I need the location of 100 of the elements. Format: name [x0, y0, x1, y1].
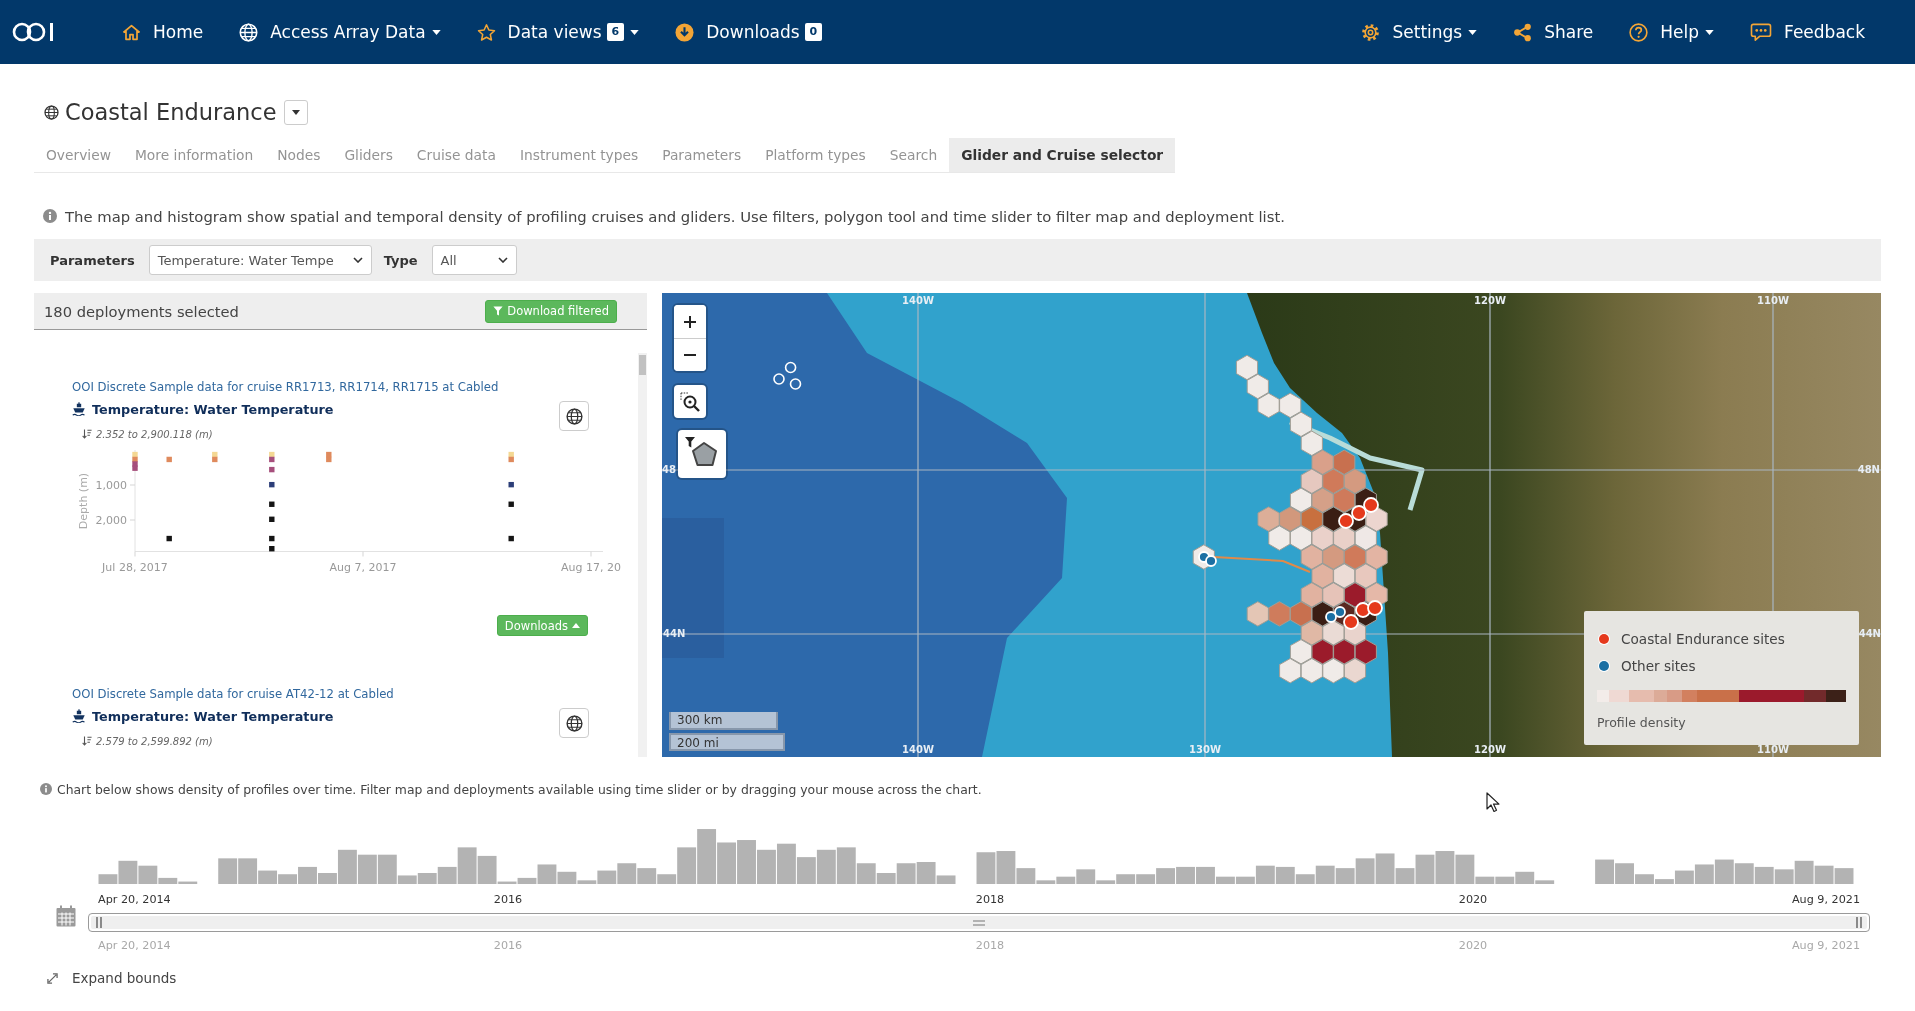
scale-bar: 300 km: [669, 712, 778, 730]
axis-label: 2016: [493, 893, 523, 907]
coordinate-label: 48: [662, 464, 676, 476]
histogram-bar: [1834, 868, 1854, 884]
histogram-bar: [357, 854, 377, 884]
site-marker[interactable]: [1367, 600, 1383, 616]
info-text: The map and histogram show spatial and temporal density of profiling cruises and gliders. Use filters, polygon tool and time slider to filter map and deployment list.: [65, 207, 1285, 225]
dropdown-select[interactable]: Temperature: Water Tempe: [148, 245, 372, 275]
expand-bounds-link[interactable]: Expand bounds: [34, 970, 177, 986]
range-handle[interactable]: [96, 917, 102, 928]
axis-tick-label: 2,000: [95, 513, 127, 527]
calendar-icon[interactable]: [56, 905, 76, 927]
site-marker[interactable]: [1325, 611, 1337, 623]
comment-icon: [1750, 22, 1773, 42]
grip-icon[interactable]: [973, 919, 985, 926]
home-icon: [122, 22, 141, 42]
coordinate-label: 110W: [1757, 295, 1789, 307]
nav-link[interactable]: Access Array Data: [239, 22, 441, 42]
axis-label: Aug 9, 2021: [1791, 939, 1860, 953]
filter-label: Type: [383, 252, 418, 268]
nav-link[interactable]: Home: [122, 22, 204, 42]
coordinate-label: 130W: [1189, 744, 1221, 756]
histogram-bar: [1754, 866, 1774, 884]
depth-range: 2.579 to 2,599.892 (m): [96, 735, 213, 747]
histogram-bar: [1176, 866, 1195, 884]
coordinate-label: 120W: [1474, 295, 1506, 307]
nav-link[interactable]: Help: [1629, 22, 1715, 42]
histogram-bar: [218, 858, 238, 884]
axis-label: Apr 20, 2014: [98, 939, 171, 953]
tab[interactable]: Cruise data: [404, 138, 508, 172]
coordinate-label: 44N: [663, 628, 686, 640]
axis-label: Apr 20, 2014: [98, 893, 171, 907]
sort-icon: [82, 429, 92, 439]
download-icon: [675, 22, 695, 42]
funnel-icon: [493, 306, 504, 316]
site-marker[interactable]: [1338, 513, 1354, 529]
histogram-bar: [1714, 859, 1734, 884]
ring-marker[interactable]: [773, 373, 785, 385]
axis-label: 2018: [975, 939, 1005, 953]
nav-link[interactable]: Share: [1513, 22, 1594, 42]
tab[interactable]: Platform types: [753, 138, 878, 172]
count-badge: 0: [804, 23, 823, 41]
scrollbar[interactable]: [638, 353, 647, 757]
axis-tick-label: 1,000: [95, 478, 127, 492]
sort-icon: [82, 736, 92, 746]
chevron-icon: [497, 257, 508, 263]
site-marker[interactable]: [1205, 555, 1217, 567]
legend-label: Coastal Endurance sites: [1621, 631, 1785, 647]
axis-tick-label: Aug 17, 20: [561, 561, 621, 574]
axis-tick-label: Aug 7, 2017: [329, 561, 397, 574]
coordinate-label: 110W: [1757, 744, 1789, 756]
histogram-bar: [1814, 865, 1834, 884]
map-view-button[interactable]: [559, 708, 589, 738]
zoom-area-button[interactable]: [674, 385, 706, 418]
range-handle[interactable]: [1856, 917, 1862, 928]
cruise-link[interactable]: OOI Discrete Sample data for cruise AT42-12 at Cabled: [72, 686, 628, 702]
depth-range: 2.352 to 2,900.118 (m): [96, 428, 213, 440]
dropdown-select[interactable]: All: [431, 245, 517, 275]
count-badge: 6: [606, 23, 625, 41]
info-text: Chart below shows density of profiles over time. Filter map and deployments available using time slider or by dragging your mouse across the chart.: [57, 781, 982, 797]
globe-icon: [565, 714, 583, 732]
site-marker[interactable]: [1343, 614, 1359, 630]
coordinate-label: 44N: [1858, 628, 1881, 640]
zoom-area-icon: [680, 391, 700, 412]
ring-marker[interactable]: [789, 378, 802, 390]
axis-label: 2016: [493, 939, 523, 953]
coordinate-label: 140W: [902, 744, 934, 756]
tab[interactable]: Nodes: [265, 138, 333, 172]
nav-link[interactable]: Data views 6: [476, 22, 640, 42]
scrollbar-thumb[interactable]: [639, 355, 646, 375]
site-marker[interactable]: [1351, 505, 1367, 521]
histogram-bar: [1734, 863, 1754, 884]
site-title: Coastal Endurance: [65, 99, 277, 125]
dropdown-button[interactable]: [283, 99, 308, 125]
site-marker[interactable]: [1334, 606, 1346, 618]
tab[interactable]: Overview: [34, 138, 123, 172]
axis-label: 2020: [1458, 893, 1488, 907]
tab[interactable]: More information: [122, 138, 266, 172]
cruise-link[interactable]: OOI Discrete Sample data for cruise RR1713, RR1714, RR1715 at Cabled: [72, 379, 628, 395]
nav-link[interactable]: Feedback: [1750, 22, 1865, 42]
polygon-filter-button[interactable]: [678, 430, 726, 478]
histogram-bar: [1694, 864, 1714, 884]
legend-label: Other sites: [1621, 658, 1696, 674]
plus-icon: [684, 315, 696, 328]
axis-label: 2018: [975, 893, 1005, 907]
parameter-title: Temperature: Water Temperature: [92, 708, 334, 724]
histogram-bar: [737, 840, 756, 884]
cursor-icon: [1486, 792, 1500, 812]
zoom-out-button[interactable]: [674, 338, 706, 371]
histogram-bar: [1435, 851, 1455, 884]
nav-link[interactable]: Settings: [1361, 22, 1478, 42]
tab[interactable]: Glider and Cruise selector: [949, 138, 1176, 172]
ring-marker[interactable]: [784, 361, 797, 374]
star-icon: [476, 22, 496, 42]
axis-title: Depth (m): [77, 472, 90, 530]
chevron-icon: [352, 257, 363, 263]
map-view-button[interactable]: [559, 401, 589, 431]
legend-label: Profile density: [1597, 715, 1687, 730]
nav-link[interactable]: Downloads 0: [675, 22, 823, 42]
axis-label: 2020: [1458, 939, 1488, 953]
